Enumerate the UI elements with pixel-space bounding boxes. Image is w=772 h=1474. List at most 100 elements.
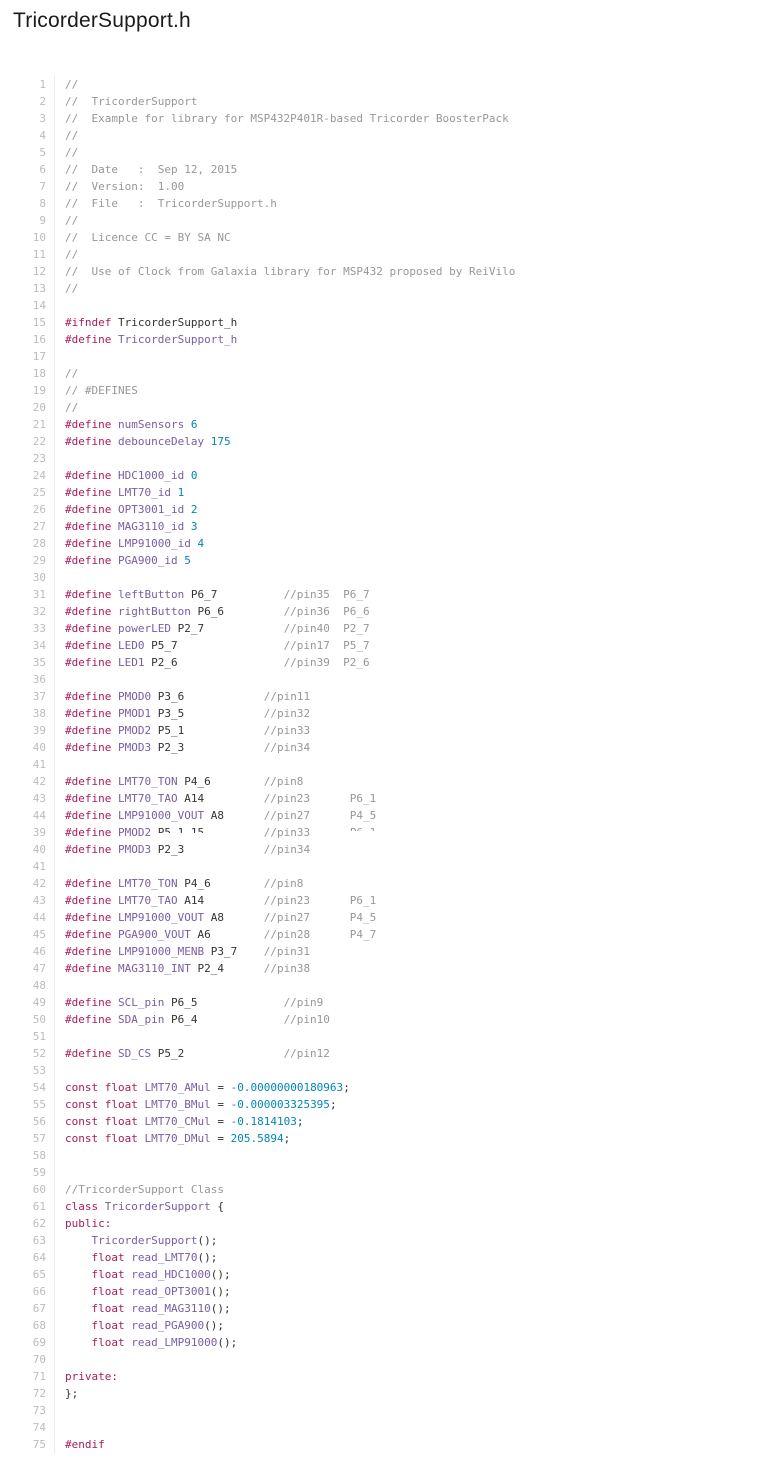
line-number[interactable]: 57 <box>0 1130 55 1147</box>
line-number[interactable]: 66 <box>0 1283 55 1300</box>
code-text: #define PMOD3 P2_3 //pin34 <box>55 739 310 756</box>
code-token <box>111 877 118 890</box>
line-number[interactable]: 74 <box>0 1419 55 1436</box>
line-number[interactable]: 47 <box>0 960 55 977</box>
line-number[interactable]: 20 <box>0 399 55 416</box>
line-number[interactable]: 75 <box>0 1436 55 1453</box>
line-number[interactable]: 70 <box>0 1351 55 1368</box>
line-number[interactable]: 43 <box>0 892 55 909</box>
line-number[interactable]: 38 <box>0 705 55 722</box>
line-number[interactable]: 4 <box>0 127 55 144</box>
code-token: -0.1814103 <box>231 1115 297 1128</box>
line-number[interactable]: 13 <box>0 280 55 297</box>
code-line: 41 <box>0 858 772 875</box>
line-number[interactable]: 46 <box>0 943 55 960</box>
code-token: SCL_pin <box>118 996 164 1009</box>
line-number[interactable]: 58 <box>0 1147 55 1164</box>
line-number[interactable]: 51 <box>0 1028 55 1045</box>
line-number[interactable]: 28 <box>0 535 55 552</box>
line-number[interactable]: 8 <box>0 195 55 212</box>
line-number[interactable]: 14 <box>0 297 55 314</box>
line-number[interactable]: 37 <box>0 688 55 705</box>
line-number[interactable]: 44 <box>0 807 55 824</box>
line-number[interactable]: 10 <box>0 229 55 246</box>
line-number[interactable]: 71 <box>0 1368 55 1385</box>
line-number[interactable]: 68 <box>0 1317 55 1334</box>
line-number[interactable]: 31 <box>0 586 55 603</box>
code-text: // #DEFINES <box>55 382 138 399</box>
line-number[interactable]: 26 <box>0 501 55 518</box>
line-number[interactable]: 43 <box>0 790 55 807</box>
line-number[interactable]: 3 <box>0 110 55 127</box>
line-number[interactable]: 24 <box>0 467 55 484</box>
line-number[interactable]: 40 <box>0 841 55 858</box>
line-number[interactable]: 7 <box>0 178 55 195</box>
line-number[interactable]: 63 <box>0 1232 55 1249</box>
code-line: 10// Licence CC = BY SA NC <box>0 229 772 246</box>
line-number[interactable]: 49 <box>0 994 55 1011</box>
line-number[interactable]: 52 <box>0 1045 55 1062</box>
line-number[interactable]: 45 <box>0 926 55 943</box>
line-number[interactable]: 48 <box>0 977 55 994</box>
code-token: 4 <box>197 537 204 550</box>
line-number[interactable]: 1 <box>0 76 55 93</box>
line-number[interactable]: 54 <box>0 1079 55 1096</box>
code-line: 15#ifndef TricorderSupport_h <box>0 314 772 331</box>
line-number[interactable]: 15 <box>0 314 55 331</box>
line-number[interactable]: 55 <box>0 1096 55 1113</box>
line-number[interactable]: 34 <box>0 637 55 654</box>
line-number[interactable]: 25 <box>0 484 55 501</box>
code-token <box>310 826 350 839</box>
line-number[interactable]: 72 <box>0 1385 55 1402</box>
code-token: OPT3001_id <box>118 503 184 516</box>
line-number[interactable]: 23 <box>0 450 55 467</box>
line-number[interactable]: 39 <box>0 824 55 841</box>
code-token <box>204 826 264 839</box>
line-number[interactable]: 61 <box>0 1198 55 1215</box>
line-number[interactable]: 50 <box>0 1011 55 1028</box>
code-token: LED1 <box>118 656 145 669</box>
line-number[interactable]: 27 <box>0 518 55 535</box>
line-number[interactable]: 56 <box>0 1113 55 1130</box>
code-token: //pin33 <box>264 724 310 737</box>
line-number[interactable]: 40 <box>0 739 55 756</box>
line-number[interactable]: 41 <box>0 858 55 875</box>
code-token: LMT70_AMul <box>144 1081 210 1094</box>
line-number[interactable]: 12 <box>0 263 55 280</box>
line-number[interactable]: 18 <box>0 365 55 382</box>
line-number[interactable]: 16 <box>0 331 55 348</box>
line-number[interactable]: 17 <box>0 348 55 365</box>
line-number[interactable]: 29 <box>0 552 55 569</box>
line-number[interactable]: 36 <box>0 671 55 688</box>
line-number[interactable]: 19 <box>0 382 55 399</box>
line-number[interactable]: 60 <box>0 1181 55 1198</box>
line-number[interactable]: 53 <box>0 1062 55 1079</box>
line-number[interactable]: 22 <box>0 433 55 450</box>
line-number[interactable]: 42 <box>0 875 55 892</box>
line-number[interactable]: 5 <box>0 144 55 161</box>
line-number[interactable]: 21 <box>0 416 55 433</box>
line-number[interactable]: 67 <box>0 1300 55 1317</box>
code-token: read_LMP91000 <box>131 1336 217 1349</box>
line-number[interactable]: 33 <box>0 620 55 637</box>
line-number[interactable]: 35 <box>0 654 55 671</box>
code-token: #define <box>65 503 111 516</box>
line-number[interactable]: 62 <box>0 1215 55 1232</box>
line-number[interactable]: 11 <box>0 246 55 263</box>
line-number[interactable]: 73 <box>0 1402 55 1419</box>
line-number[interactable]: 42 <box>0 773 55 790</box>
line-number[interactable]: 6 <box>0 161 55 178</box>
line-number[interactable]: 9 <box>0 212 55 229</box>
line-number[interactable]: 32 <box>0 603 55 620</box>
line-number[interactable]: 44 <box>0 909 55 926</box>
line-number[interactable]: 69 <box>0 1334 55 1351</box>
code-text: #define LMP91000_MENB P3_7 //pin31 <box>55 943 310 960</box>
line-number[interactable]: 65 <box>0 1266 55 1283</box>
line-number[interactable]: 41 <box>0 756 55 773</box>
line-number[interactable]: 64 <box>0 1249 55 1266</box>
line-number[interactable]: 59 <box>0 1164 55 1181</box>
line-number[interactable]: 30 <box>0 569 55 586</box>
line-number[interactable]: 2 <box>0 93 55 110</box>
code-token: { <box>211 1200 224 1213</box>
line-number[interactable]: 39 <box>0 722 55 739</box>
